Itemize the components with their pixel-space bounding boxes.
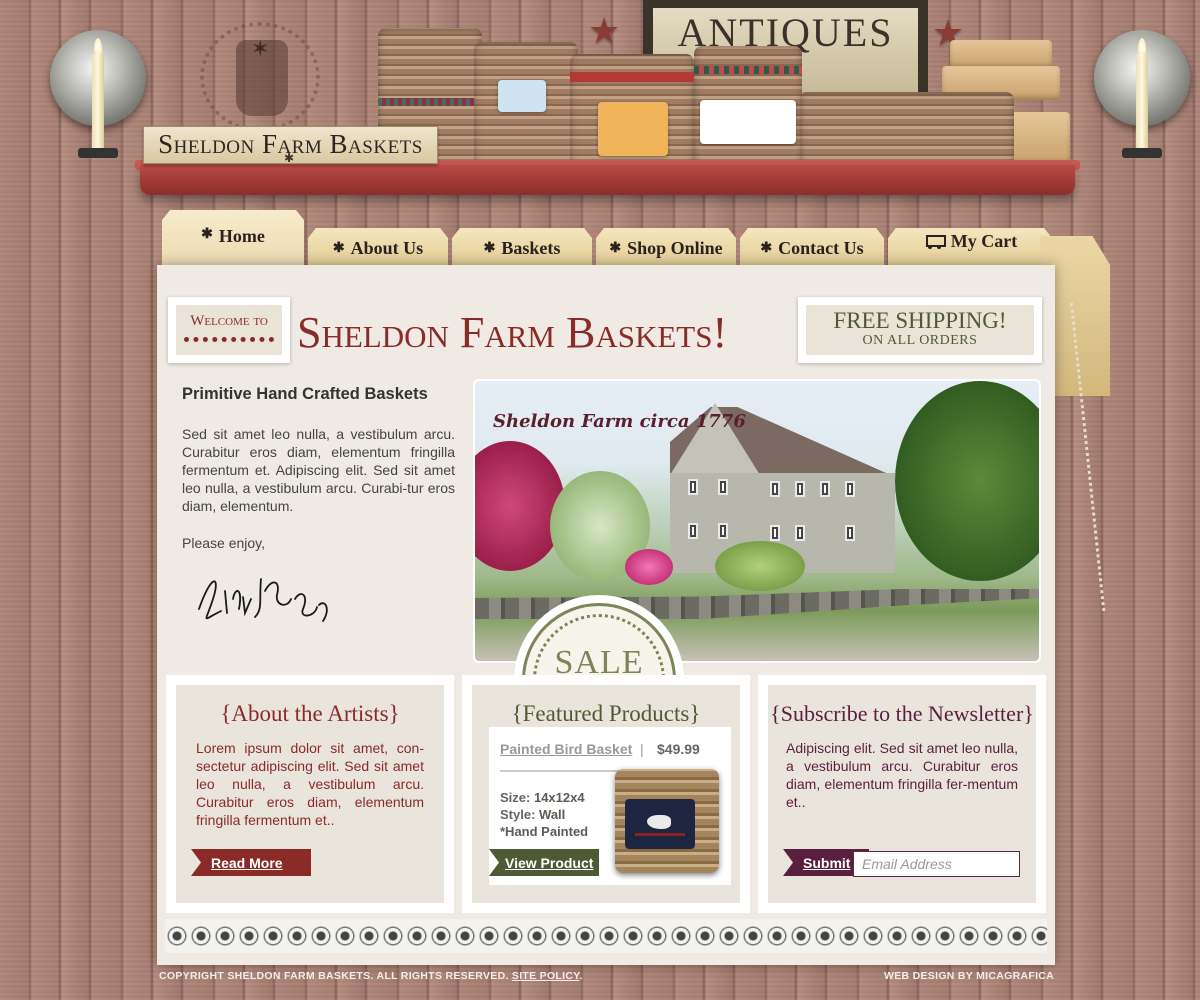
- shipping-subline: ON ALL ORDERS: [862, 333, 978, 348]
- tab-label: Contact Us: [778, 237, 864, 258]
- tab-baskets[interactable]: ✱ Baskets: [452, 228, 592, 268]
- tab-my-cart[interactable]: My Cart: [888, 228, 1052, 268]
- star-bullet-icon: ✱: [201, 227, 213, 242]
- shrub-image: [715, 541, 805, 591]
- about-artists-box: {About the Artists} Lorem ipsum dolor si…: [166, 675, 454, 913]
- tab-contact-us[interactable]: ✱ Contact Us: [740, 228, 884, 268]
- hero-caption: Sheldon Farm circa 1776: [493, 411, 746, 432]
- basket-image: [570, 54, 694, 164]
- style-label: Style:: [500, 807, 536, 822]
- welcome-badge: Welcome to: [168, 297, 290, 363]
- read-more-button[interactable]: Read More: [191, 849, 311, 876]
- star-bullet-icon: ✱: [609, 240, 622, 256]
- button-label: View Product: [505, 854, 594, 871]
- dotted-divider: [184, 336, 274, 342]
- candle-icon: [1136, 54, 1148, 150]
- signature-image: [198, 578, 328, 622]
- tab-label: About Us: [350, 237, 424, 258]
- product-note: *Hand Painted: [500, 824, 589, 839]
- candle-icon: [92, 54, 104, 150]
- page-title: Sheldon Farm Baskets!: [297, 308, 728, 357]
- shrub-image: [625, 549, 673, 585]
- star-logo-icon: ✶: [251, 36, 270, 61]
- size-value: 14x12x4: [533, 790, 585, 805]
- star-bullet-icon: ✱: [332, 240, 345, 256]
- shipping-headline: FREE SHIPPING!: [833, 308, 1007, 333]
- size-label: Size:: [500, 790, 531, 805]
- footer-credit[interactable]: WEB DESIGN BY MICAGRAFICA: [884, 970, 1054, 982]
- candle-sconce-right: [1094, 30, 1190, 158]
- tag-string: [1069, 298, 1143, 612]
- candle-sconce-left: [50, 30, 146, 158]
- price-separator: |: [640, 741, 644, 757]
- intro-heading: Primitive Hand Crafted Baskets: [182, 385, 428, 403]
- basket-image: [694, 46, 802, 164]
- intro-text: Sed sit amet leo nulla, a vestibulum arc…: [182, 426, 455, 514]
- basket-image: [800, 92, 1014, 164]
- tab-shop-online[interactable]: ✱ Shop Online: [596, 228, 736, 268]
- tab-label: Shop Online: [627, 237, 723, 258]
- tab-home[interactable]: ✱ Home: [162, 210, 304, 268]
- candle-holder: [1122, 148, 1162, 158]
- candle-holder: [78, 148, 118, 158]
- about-title: {About the Artists}: [220, 701, 400, 726]
- divider: [500, 770, 620, 772]
- closing-text: Please enjoy,: [182, 535, 266, 551]
- site-policy-link[interactable]: SITE POLICY: [512, 970, 579, 982]
- stencil-border: [165, 919, 1047, 953]
- button-label: Read More: [211, 854, 283, 871]
- shaker-box: [950, 40, 1052, 68]
- footer-copyright: COPYRIGHT SHELDON FARM BASKETS. ALL RIGH…: [159, 970, 583, 982]
- basket-image: [474, 42, 578, 164]
- featured-products-box: {Featured Products} Painted Bird Basket …: [462, 675, 750, 913]
- about-text: Lorem ipsum dolor sit amet, con-sectetur…: [196, 740, 424, 828]
- newsletter-title: {Subscribe to the Newsletter}: [770, 701, 1034, 726]
- product-price: $49.99: [657, 741, 700, 757]
- tab-label: Home: [218, 226, 265, 246]
- button-label: Submit: [803, 854, 851, 871]
- star-bullet-icon: ✱: [483, 240, 496, 256]
- tab-about-us[interactable]: ✱ About Us: [308, 228, 448, 268]
- tree-image: [475, 441, 565, 571]
- copyright-text: COPYRIGHT SHELDON FARM BASKETS. ALL RIGH…: [159, 970, 509, 982]
- tab-label: My Cart: [950, 230, 1018, 251]
- tree-image: [895, 381, 1039, 581]
- style-value: Wall: [539, 807, 566, 822]
- star-bullet-icon: ✱: [760, 240, 773, 256]
- shelf: [140, 165, 1075, 195]
- newsletter-box: {Subscribe to the Newsletter} Adipiscing…: [758, 675, 1046, 913]
- welcome-prefix: Welcome to: [190, 313, 268, 329]
- free-shipping-badge: FREE SHIPPING! ON ALL ORDERS: [798, 297, 1042, 363]
- cart-icon: [923, 233, 945, 249]
- product-specs: Size: 14x12x4 Style: Wall *Hand Painted: [500, 789, 588, 840]
- featured-title: {Featured Products}: [511, 701, 701, 726]
- main-panel: Welcome to Sheldon Farm Baskets! FREE SH…: [157, 265, 1055, 965]
- email-input[interactable]: [853, 851, 1020, 877]
- view-product-button[interactable]: View Product: [489, 849, 599, 876]
- newsletter-text: Adipiscing elit. Sed sit amet leo nulla,…: [786, 740, 1018, 810]
- star-icon: ✱: [284, 151, 295, 165]
- tab-label: Baskets: [501, 237, 561, 258]
- star-decoration-icon: ★: [588, 10, 621, 51]
- product-name-link[interactable]: Painted Bird Basket: [500, 741, 632, 757]
- bird-icon: [647, 815, 671, 829]
- product-image[interactable]: [615, 769, 719, 873]
